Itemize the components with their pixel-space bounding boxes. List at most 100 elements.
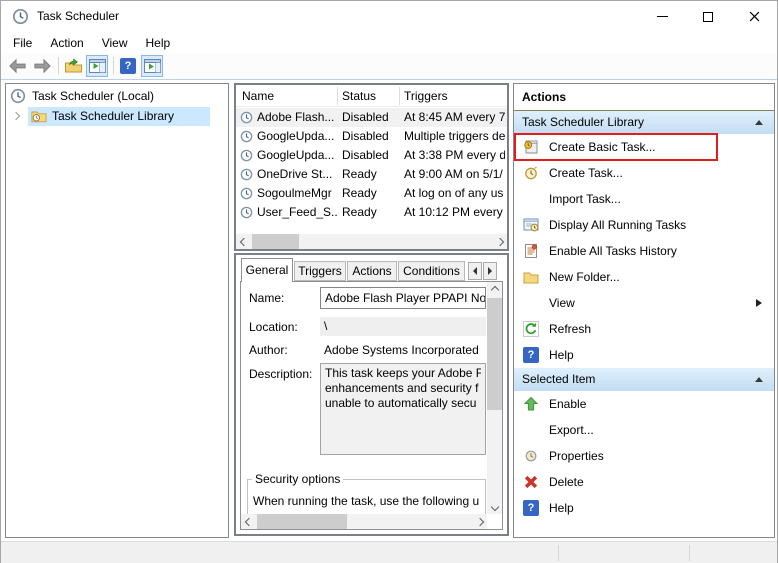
table-row[interactable]: SogoulmeMgr Ready At log on of any us [236, 184, 507, 203]
menu-file[interactable]: File [4, 34, 41, 52]
action-item-enable-all-tasks-history[interactable]: Enable All Tasks History [514, 238, 774, 264]
table-row[interactable]: OneDrive St... Ready At 9:00 AM on 5/1/ [236, 165, 507, 184]
task-name-field[interactable]: Adobe Flash Player PPAPI Not [320, 287, 486, 309]
task-status: Disabled [342, 129, 389, 143]
task-name: GoogleUpda... [257, 129, 335, 143]
forward-button[interactable] [31, 55, 53, 77]
task-triggers: At 8:45 AM every 7 [404, 110, 505, 124]
collapse-arrow-icon[interactable] [755, 377, 763, 382]
no-icon [523, 422, 539, 438]
scrollbar-thumb[interactable] [487, 298, 502, 410]
details-horizontal-scrollbar[interactable] [241, 514, 487, 529]
security-options-legend: Security options [255, 472, 341, 486]
task-description-field[interactable]: This task keeps your Adobe F enhancement… [320, 363, 486, 455]
action-item-label: Refresh [549, 322, 592, 336]
no-icon [523, 295, 539, 311]
menu-bar: File Action View Help [1, 32, 777, 53]
expand-chevron-icon[interactable] [11, 111, 21, 121]
tab-scroll-right-icon [488, 267, 492, 275]
status-bar-separator [689, 545, 690, 561]
back-button[interactable] [6, 55, 28, 77]
column-header-status[interactable]: Status [342, 85, 376, 107]
task-triggers: At 3:38 PM every da [404, 148, 505, 162]
open-folder-icon [64, 58, 82, 73]
tree-item-task-scheduler-library[interactable]: Task Scheduler Library [6, 107, 228, 126]
tab-scroll-right-button[interactable] [483, 262, 497, 280]
action-item-help[interactable]: ? Help [514, 342, 774, 368]
table-row[interactable]: GoogleUpda... Disabled At 3:38 PM every … [236, 146, 507, 165]
help-button[interactable]: ? [117, 55, 139, 77]
task-name: Adobe Flash... [257, 110, 335, 124]
action-item-view[interactable]: View [514, 290, 774, 316]
refresh-icon [523, 321, 539, 337]
minimize-button[interactable] [639, 1, 685, 32]
action-item-enable[interactable]: Enable [514, 391, 774, 417]
scroll-left-button[interactable] [236, 234, 251, 249]
table-row[interactable]: Adobe Flash... Disabled At 8:45 AM every… [236, 108, 507, 127]
open-folder-button[interactable] [62, 55, 84, 77]
action-item-label: Properties [549, 449, 604, 463]
column-header-name[interactable]: Name [242, 85, 274, 107]
group-header-selected-item[interactable]: Selected Item [514, 368, 774, 391]
menu-help[interactable]: Help [137, 34, 180, 52]
tab-general[interactable]: General [241, 258, 293, 282]
action-item-help-selected[interactable]: ? Help [514, 495, 774, 521]
table-row[interactable]: User_Feed_S... Ready At 10:12 PM every d [236, 203, 507, 222]
task-status: Disabled [342, 148, 389, 162]
action-item-refresh[interactable]: Refresh [514, 316, 774, 342]
scroll-right-button[interactable] [492, 234, 507, 249]
action-item-label: Help [549, 348, 574, 362]
column-separator[interactable] [337, 87, 338, 105]
action-item-label: New Folder... [549, 270, 620, 284]
action-item-export[interactable]: Export... [514, 417, 774, 443]
action-item-display-all-running-tasks[interactable]: Display All Running Tasks [514, 212, 774, 238]
table-row[interactable]: GoogleUpda... Disabled Multiple triggers… [236, 127, 507, 146]
column-header-triggers[interactable]: Triggers [404, 85, 448, 107]
group-header-task-scheduler-library[interactable]: Task Scheduler Library [514, 111, 774, 134]
delete-icon [523, 474, 539, 490]
action-item-create-task[interactable]: Create Task... [514, 160, 774, 186]
scrollbar-thumb[interactable] [252, 234, 299, 249]
close-button[interactable] [731, 1, 777, 32]
action-item-properties[interactable]: Properties [514, 443, 774, 469]
scrollbar-thumb[interactable] [257, 514, 347, 529]
task-triggers: At log on of any us [404, 186, 504, 200]
task-list-panel: Name Status Triggers Adobe Flash... Disa… [234, 83, 509, 251]
action-item-new-folder[interactable]: New Folder... [514, 264, 774, 290]
tab-actions[interactable]: Actions [347, 261, 397, 281]
tree-item-label: Task Scheduler (Local) [32, 89, 155, 103]
task-location-field: \ [320, 317, 486, 336]
task-list-horizontal-scrollbar[interactable] [236, 234, 507, 249]
action-item-import-task[interactable]: Import Task... [514, 186, 774, 212]
task-name: GoogleUpda... [257, 148, 335, 162]
action-item-label: Create Task... [549, 166, 623, 180]
collapse-arrow-icon[interactable] [755, 120, 763, 125]
maximize-icon [703, 11, 713, 22]
tab-scroll-left-button[interactable] [468, 262, 482, 280]
maximize-button[interactable] [685, 1, 731, 32]
console-tree-toggle-button[interactable] [86, 55, 108, 77]
task-status: Ready [342, 186, 377, 200]
column-separator[interactable] [399, 87, 400, 105]
scroll-left-button[interactable] [241, 514, 256, 529]
task-clock-icon [240, 168, 253, 181]
help-icon: ? [523, 347, 539, 363]
no-icon [523, 191, 539, 207]
author-label: Author: [249, 343, 288, 357]
action-item-label: Import Task... [549, 192, 621, 206]
scroll-down-button[interactable] [487, 499, 502, 514]
tree-item-task-scheduler-local[interactable]: Task Scheduler (Local) [6, 87, 228, 106]
status-bar [1, 541, 777, 563]
scroll-up-icon [490, 285, 499, 294]
menu-view[interactable]: View [93, 34, 137, 52]
location-label: Location: [249, 320, 298, 334]
details-vertical-scrollbar[interactable] [487, 282, 502, 514]
scroll-up-button[interactable] [487, 282, 502, 297]
menu-action[interactable]: Action [41, 34, 92, 52]
scroll-right-button[interactable] [472, 514, 487, 529]
tab-conditions[interactable]: Conditions [398, 261, 465, 281]
action-pane-toggle-button[interactable] [141, 55, 163, 77]
tab-triggers[interactable]: Triggers [294, 261, 346, 281]
action-item-delete[interactable]: Delete [514, 469, 774, 495]
description-line: unable to automatically secu [325, 396, 477, 410]
